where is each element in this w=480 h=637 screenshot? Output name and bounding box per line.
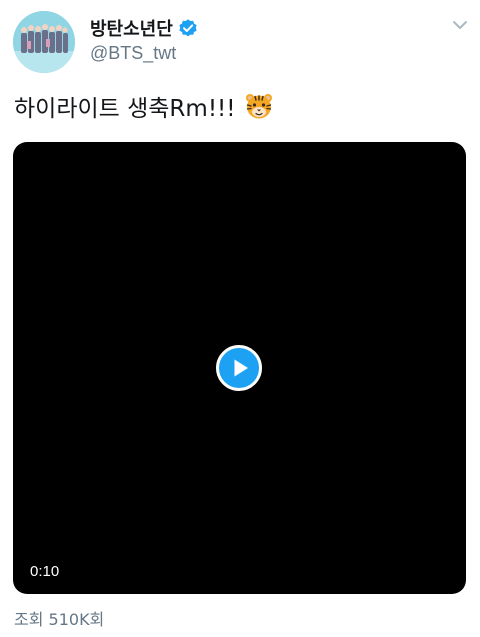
- avatar-image: [13, 11, 75, 73]
- tweet-text: 하이라이트 생축Rm!!!: [14, 89, 274, 123]
- author-handle[interactable]: @BTS_twt: [90, 43, 176, 64]
- author-display-name[interactable]: 방탄소년단: [90, 15, 173, 41]
- tweet-header: 방탄소년단 @BTS_twt: [0, 0, 480, 80]
- play-icon[interactable]: [216, 345, 262, 391]
- chevron-down-icon[interactable]: [449, 14, 471, 36]
- tweet-text-content: 하이라이트 생축Rm!!!: [14, 96, 236, 122]
- video-duration: 0:10: [30, 563, 60, 580]
- author-name-row: 방탄소년단: [90, 14, 198, 42]
- tiger-face-icon: [244, 91, 274, 121]
- tweet-card: 방탄소년단 @BTS_twt 하이라이트 생축Rm!!! 0:10 조회 510…: [0, 0, 480, 637]
- view-count: 조회 510K회: [14, 610, 105, 629]
- avatar[interactable]: [13, 11, 75, 73]
- verified-badge-icon: [178, 18, 198, 38]
- video-player[interactable]: 0:10: [13, 142, 466, 594]
